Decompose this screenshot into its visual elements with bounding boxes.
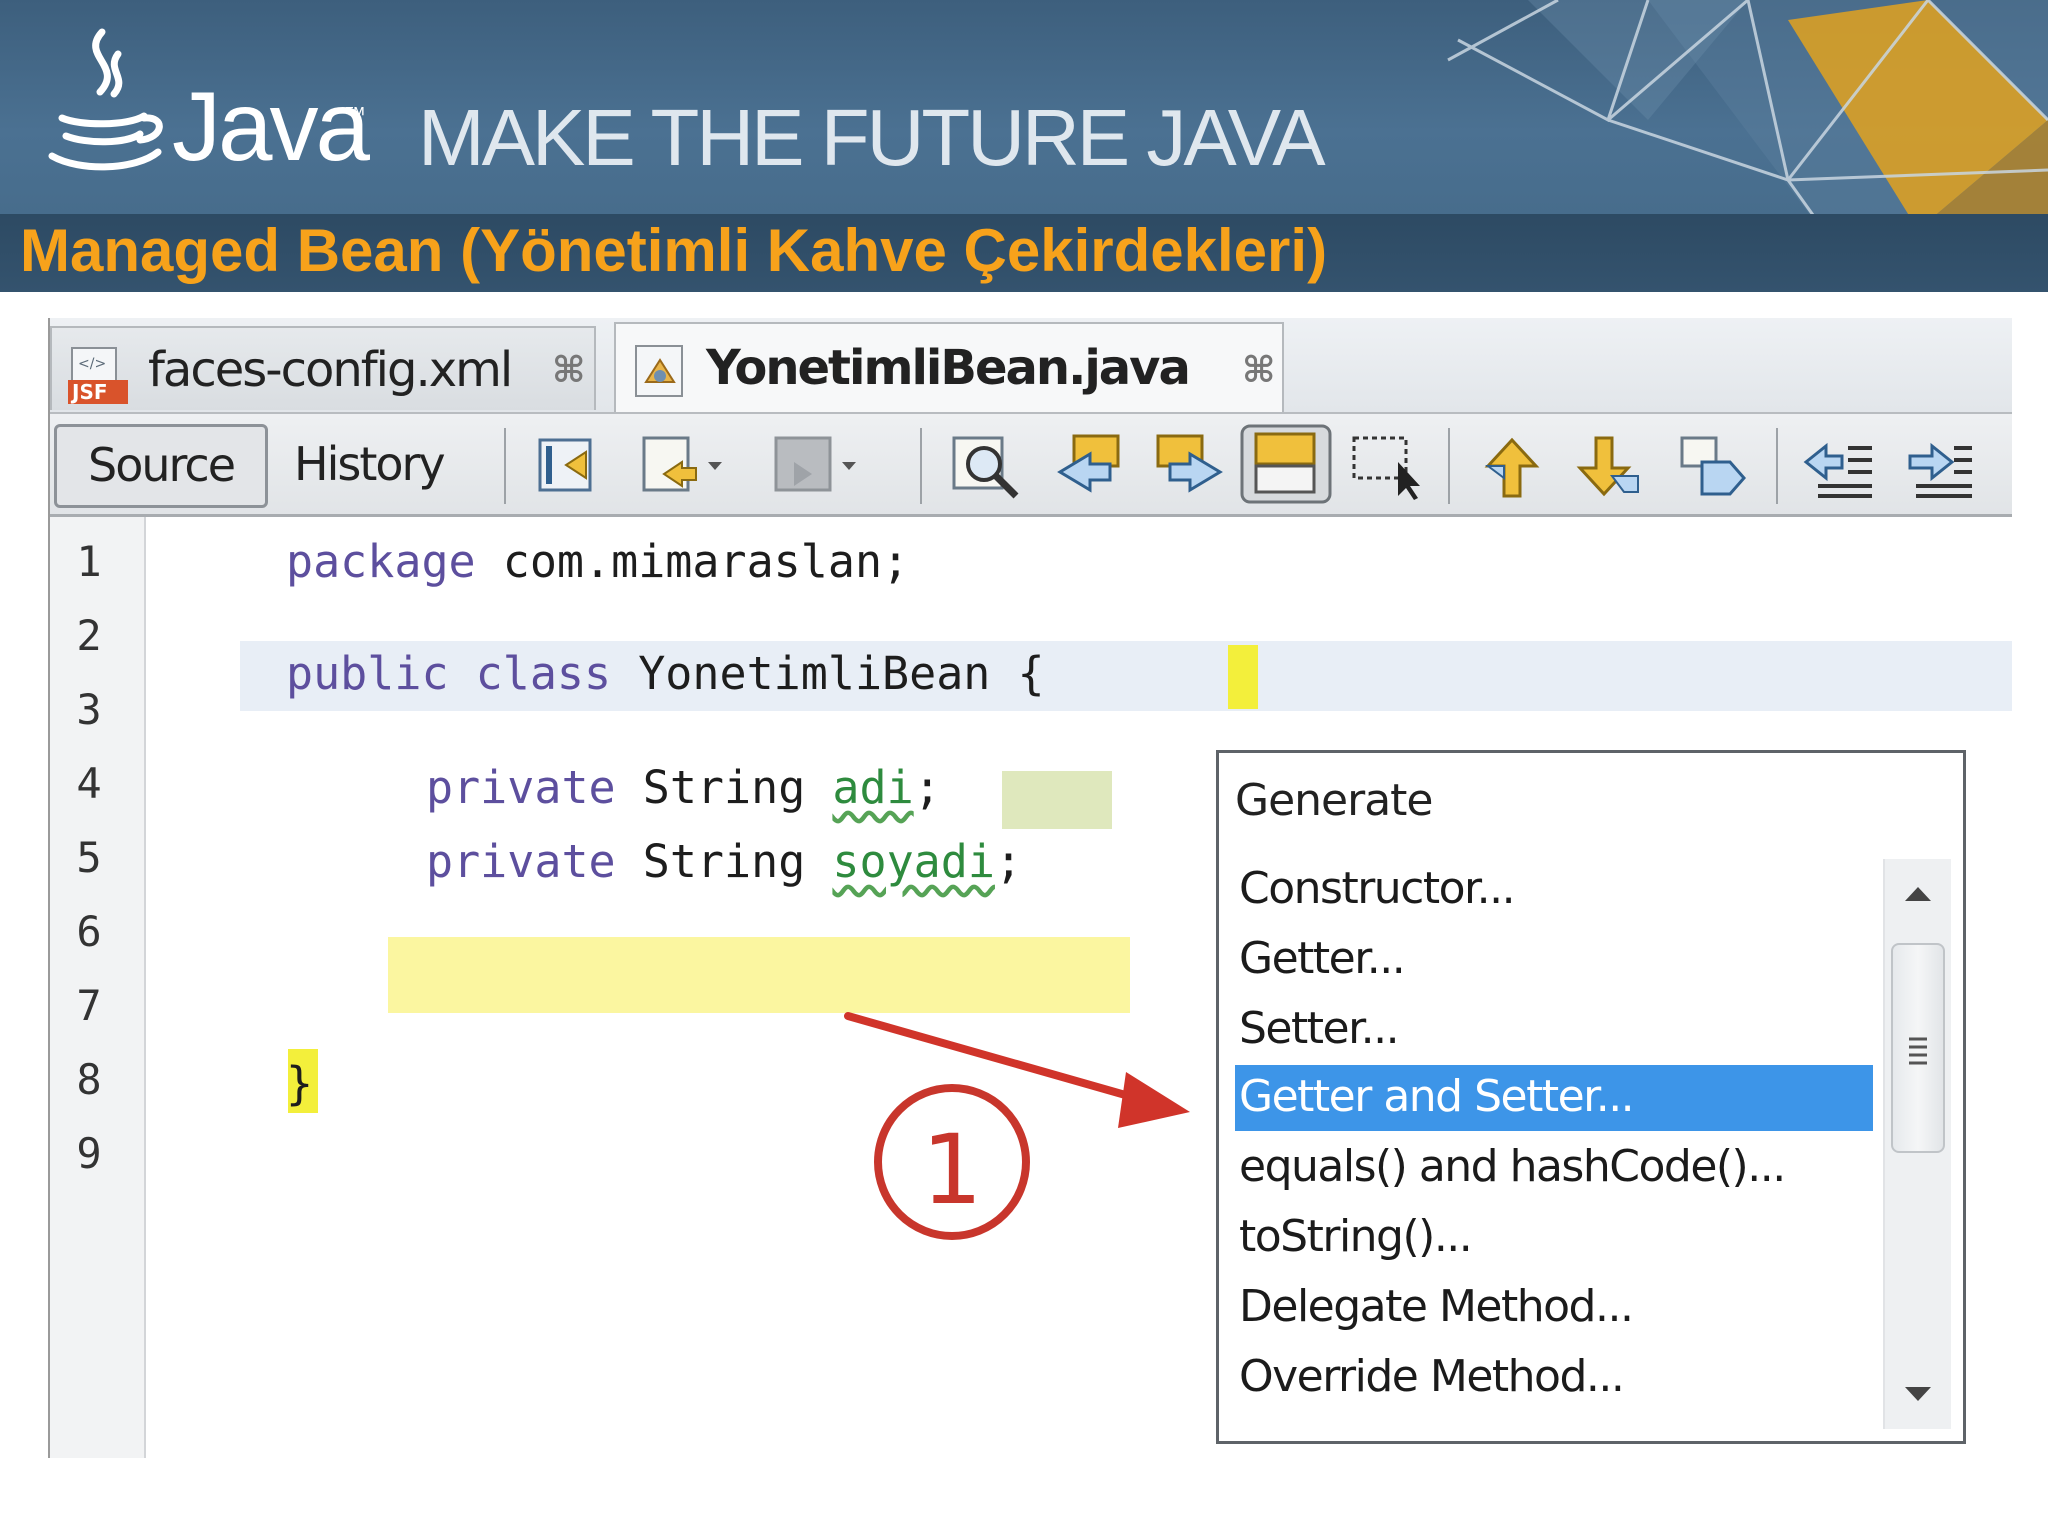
slide-title: Managed Bean (Yönetimli Kahve Çekirdekle… bbox=[20, 217, 1328, 284]
close-icon[interactable]: ⌘ bbox=[1242, 350, 1275, 391]
keyword: package bbox=[286, 535, 476, 588]
generate-delegate-method-item[interactable]: Delegate Method... bbox=[1235, 1275, 1873, 1341]
field-name: adi bbox=[832, 761, 914, 814]
forward-icon[interactable] bbox=[770, 432, 862, 498]
field-name: soyadi bbox=[832, 835, 995, 888]
scroll-up-arrow-icon[interactable] bbox=[1901, 881, 1935, 907]
line-number: 9 bbox=[76, 1129, 102, 1178]
type-name: String bbox=[615, 761, 833, 814]
previous-bookmark-icon[interactable] bbox=[1468, 432, 1548, 502]
back-icon[interactable] bbox=[638, 432, 730, 498]
line-number: 5 bbox=[76, 833, 102, 882]
generate-equals-hashcode-item[interactable]: equals() and hashCode()... bbox=[1235, 1135, 1873, 1201]
type-name: String bbox=[615, 835, 833, 888]
jsf-xml-file-icon: </> JSF bbox=[68, 347, 128, 404]
shift-right-icon[interactable] bbox=[1896, 432, 1976, 502]
generate-override-method-item[interactable]: Override Method... bbox=[1235, 1345, 1873, 1411]
find-icon[interactable] bbox=[950, 432, 1030, 502]
line-number: 1 bbox=[76, 537, 102, 586]
toolbar-divider bbox=[920, 428, 922, 504]
toggle-highlight-icon[interactable] bbox=[1240, 424, 1332, 504]
toolbar-divider bbox=[1448, 428, 1450, 504]
package-name: com.mimaraslan; bbox=[475, 535, 910, 588]
generate-constructor-item[interactable]: Constructor... bbox=[1235, 857, 1873, 923]
editor-toolbar: Source History bbox=[50, 414, 2012, 517]
svg-text:JSF: JSF bbox=[70, 380, 108, 404]
line-number: 6 bbox=[76, 907, 102, 956]
annotation-number: 1 bbox=[921, 1114, 983, 1226]
next-bookmark-icon[interactable] bbox=[1568, 432, 1648, 502]
keyword: private bbox=[426, 835, 616, 888]
line-number: 7 bbox=[76, 981, 102, 1030]
tab-faces-config[interactable]: </> JSF faces-config.xml ⌘ bbox=[50, 326, 596, 410]
generate-popup: Generate Constructor... Getter... Setter… bbox=[1216, 750, 1966, 1444]
code-line-3: public class YonetimliBean { bbox=[286, 647, 1045, 700]
code-line-1: package com.mimaraslan; bbox=[286, 535, 909, 588]
grip-icon bbox=[1909, 1037, 1927, 1065]
code-line-8: } bbox=[286, 1057, 313, 1110]
line-number: 4 bbox=[76, 759, 102, 808]
open-brace: { bbox=[1017, 647, 1045, 700]
java-class-file-icon bbox=[635, 345, 683, 397]
tab-yonetimli-bean[interactable]: YonetimliBean.java ⌘ bbox=[614, 322, 1284, 412]
keyword: public class bbox=[286, 647, 612, 700]
class-name: YonetimliBean bbox=[611, 647, 1018, 700]
line-number-gutter: 1 2 3 4 5 6 7 8 9 bbox=[50, 517, 146, 1458]
code-line-4: private String adi; bbox=[426, 761, 941, 814]
scroll-down-arrow-icon[interactable] bbox=[1901, 1381, 1935, 1407]
scroll-thumb[interactable] bbox=[1891, 943, 1945, 1153]
last-edit-icon[interactable] bbox=[534, 432, 604, 498]
find-next-icon[interactable] bbox=[1150, 432, 1230, 502]
semicolon: ; bbox=[994, 835, 1023, 888]
semicolon: ; bbox=[913, 761, 941, 814]
close-icon[interactable]: ⌘ bbox=[552, 350, 585, 391]
line-number: 2 bbox=[76, 611, 102, 660]
line-number: 8 bbox=[76, 1055, 102, 1104]
tab-label: faces-config.xml bbox=[148, 342, 513, 398]
field-occurrence-highlight bbox=[1002, 771, 1112, 829]
popup-title: Generate bbox=[1235, 775, 1433, 826]
trademark-mark: ™ bbox=[344, 102, 366, 127]
generate-tostring-item[interactable]: toString()... bbox=[1235, 1205, 1873, 1271]
generate-getter-item[interactable]: Getter... bbox=[1235, 927, 1873, 993]
code-line-5: private String soyadi; bbox=[426, 835, 1022, 888]
brace-match-highlight bbox=[1228, 645, 1258, 709]
popup-scrollbar[interactable] bbox=[1883, 859, 1951, 1429]
shift-left-icon[interactable] bbox=[1798, 432, 1878, 502]
ide-window: </> JSF faces-config.xml ⌘ YonetimliBean… bbox=[48, 318, 2012, 1458]
editor-tabstrip: </> JSF faces-config.xml ⌘ YonetimliBean… bbox=[50, 318, 2012, 414]
toolbar-divider bbox=[1776, 428, 1778, 504]
line-number: 3 bbox=[76, 685, 102, 734]
source-button[interactable]: Source bbox=[54, 424, 268, 508]
keyword: private bbox=[426, 761, 616, 814]
tab-label: YonetimliBean.java bbox=[706, 340, 1191, 396]
history-button[interactable]: History bbox=[294, 424, 446, 508]
tagline: MAKE THE FUTURE JAVA bbox=[418, 93, 1326, 182]
toggle-bookmark-icon[interactable] bbox=[1672, 432, 1752, 502]
insertion-highlight bbox=[388, 937, 1130, 1013]
svg-text:</>: </> bbox=[78, 356, 106, 372]
toolbar-divider bbox=[504, 428, 506, 504]
toggle-rectangular-selection-icon[interactable] bbox=[1348, 432, 1428, 502]
close-brace: } bbox=[286, 1057, 314, 1110]
generate-setter-item[interactable]: Setter... bbox=[1235, 997, 1873, 1063]
find-previous-icon[interactable] bbox=[1050, 432, 1130, 502]
generate-getter-and-setter-item[interactable]: Getter and Setter... bbox=[1235, 1065, 1873, 1131]
java-cup-icon bbox=[48, 28, 163, 171]
java-wordmark: Java bbox=[172, 71, 370, 181]
